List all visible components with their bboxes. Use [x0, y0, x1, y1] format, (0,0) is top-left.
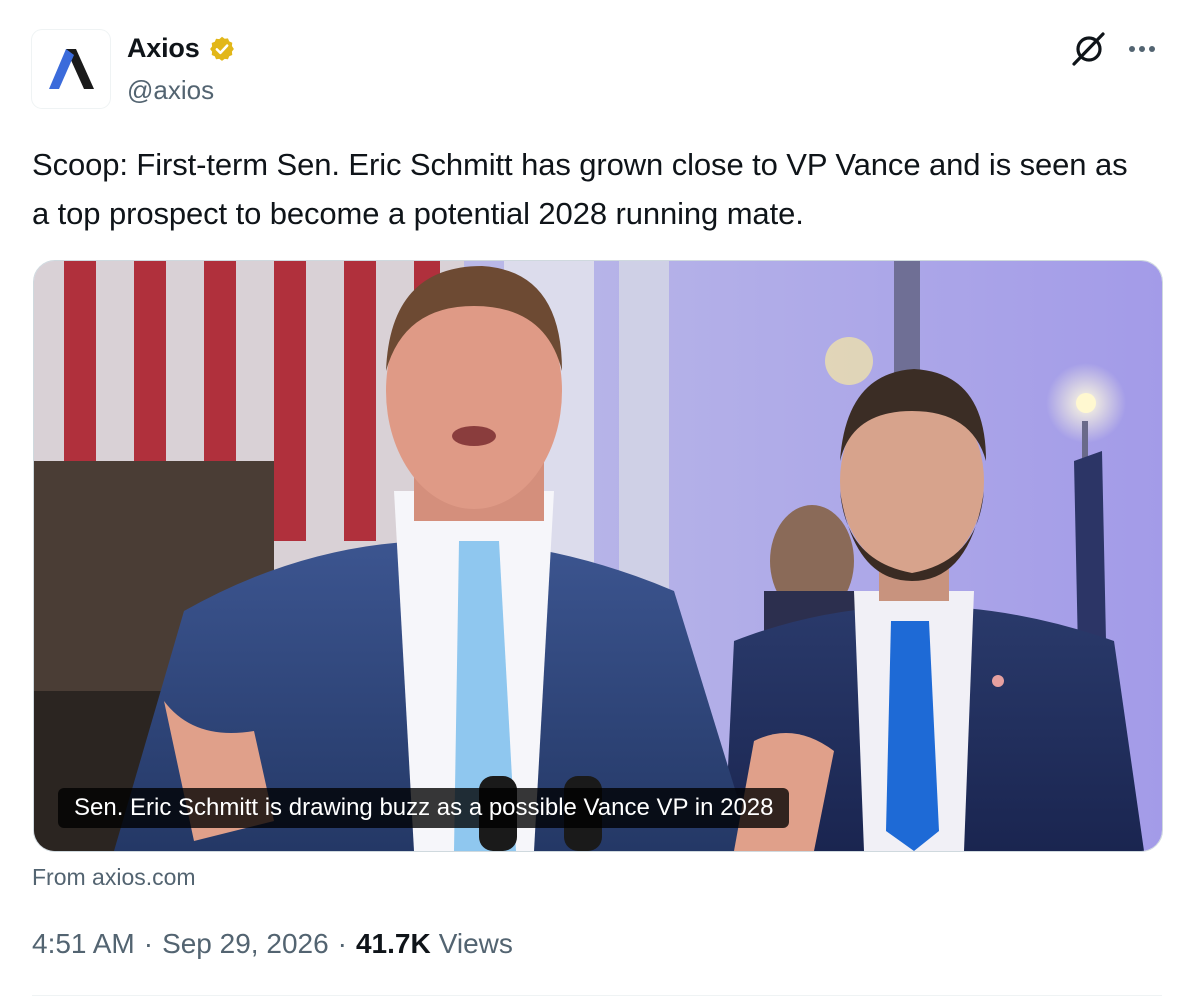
card-caption: Sen. Eric Schmitt is drawing buzz as a p… [58, 788, 790, 828]
more-options-icon[interactable] [1122, 33, 1162, 65]
tweet-text: Scoop: First-term Sen. Eric Schmitt has … [32, 147, 1128, 231]
tweet-time[interactable]: 4:51 AM [32, 928, 135, 960]
views-count[interactable]: 41.7K [356, 928, 431, 960]
link-card[interactable]: Sen. Eric Schmitt is drawing buzz as a p… [33, 260, 1163, 852]
tweet-meta: 4:51 AM · Sep 29, 2026 · 41.7K Views [32, 928, 513, 960]
axios-logo-icon [49, 49, 94, 89]
meta-separator: · [143, 928, 154, 959]
views-label: Views [438, 928, 513, 959]
display-name[interactable]: Axios [127, 33, 200, 64]
author-name-row[interactable]: Axios [127, 33, 236, 64]
author-handle[interactable]: @axios [127, 75, 214, 106]
divider [32, 995, 1162, 996]
grok-icon[interactable] [1070, 30, 1108, 68]
tweet-date[interactable]: Sep 29, 2026 [162, 928, 329, 960]
avatar[interactable] [32, 30, 110, 108]
verified-badge-icon [209, 36, 234, 61]
meta-separator: · [337, 928, 347, 959]
card-image [34, 261, 1162, 851]
card-source-link[interactable]: From axios.com [32, 864, 196, 891]
